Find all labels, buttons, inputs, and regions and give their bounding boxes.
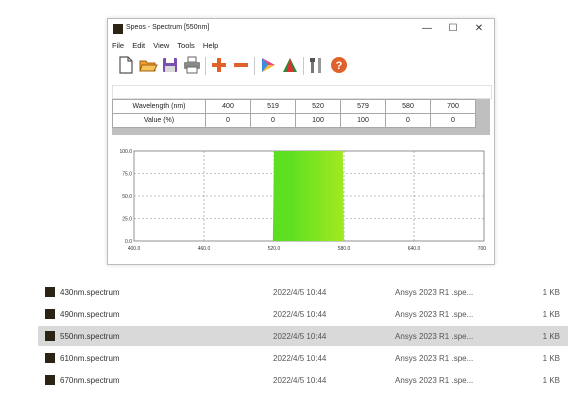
open-icon[interactable] <box>138 55 158 75</box>
x-tick-label: 640.0 <box>408 246 421 252</box>
spectrum-file-icon <box>45 353 55 363</box>
wavelength-cell[interactable]: 400 <box>205 99 251 114</box>
file-row[interactable]: 430nm.spectrum 2022/4/5 10:44 Ansys 2023… <box>38 282 568 302</box>
file-name: 430nm.spectrum <box>60 288 120 297</box>
value-cell[interactable]: 0 <box>430 113 476 128</box>
close-button[interactable]: ✕ <box>470 22 488 36</box>
spectrum-file-icon <box>45 375 55 385</box>
spectrum-file-icon <box>45 309 55 319</box>
file-date: 2022/4/5 10:44 <box>273 310 327 319</box>
wavelength-cell[interactable]: 519 <box>250 99 296 114</box>
add-icon[interactable] <box>209 55 229 75</box>
spectrum-file-icon <box>45 331 55 341</box>
file-name: 550nm.spectrum <box>60 332 120 341</box>
file-type: Ansys 2023 R1 .spe... <box>395 332 474 341</box>
file-size: 1 KB <box>542 376 560 385</box>
file-name: 670nm.spectrum <box>60 376 120 385</box>
app-icon <box>113 24 123 34</box>
file-date: 2022/4/5 10:44 <box>273 288 327 297</box>
menu-file[interactable]: File <box>112 41 124 50</box>
file-type: Ansys 2023 R1 .spe... <box>395 310 474 319</box>
file-type: Ansys 2023 R1 .spe... <box>395 376 474 385</box>
x-tick-label: 520.0 <box>268 246 281 252</box>
window-title: Speos - Spectrum [550nm] <box>126 24 210 31</box>
file-row-selected[interactable]: 550nm.spectrum 2022/4/5 10:44 Ansys 2023… <box>38 326 568 346</box>
maximize-button[interactable]: ☐ <box>444 22 462 36</box>
title-bar: Speos - Spectrum [550nm] — ☐ ✕ <box>108 19 494 41</box>
file-row[interactable]: 490nm.spectrum 2022/4/5 10:44 Ansys 2023… <box>38 304 568 324</box>
y-tick-label: 50.0 <box>122 194 132 200</box>
value-header: Value (%) <box>112 113 206 128</box>
x-tick-label: 460.0 <box>198 246 211 252</box>
menu-bar: File Edit View Tools Help <box>112 41 224 53</box>
spectrum-icon[interactable] <box>280 55 300 75</box>
menu-view[interactable]: View <box>153 41 169 50</box>
spectrum-table-panel: Wavelength (nm) 400 519 520 579 580 700 … <box>112 99 490 135</box>
value-cell[interactable]: 100 <box>295 113 341 128</box>
spectrum-file-icon <box>45 287 55 297</box>
spectrum-editor-window: Speos - Spectrum [550nm] — ☐ ✕ File Edit… <box>107 18 495 265</box>
spectrum-table: Wavelength (nm) 400 519 520 579 580 700 … <box>112 99 476 128</box>
toolbar-separator <box>254 57 255 75</box>
file-row[interactable]: 610nm.spectrum 2022/4/5 10:44 Ansys 2023… <box>38 348 568 368</box>
value-row: Value (%) 0 0 100 100 0 0 <box>112 113 476 128</box>
file-size: 1 KB <box>542 354 560 363</box>
toolbar-separator <box>205 57 206 75</box>
y-tick-label: 25.0 <box>122 217 132 223</box>
file-row[interactable]: 670nm.spectrum 2022/4/5 10:44 Ansys 2023… <box>38 370 568 390</box>
file-size: 1 KB <box>542 332 560 341</box>
value-cell[interactable]: 0 <box>385 113 431 128</box>
wavelength-row: Wavelength (nm) 400 519 520 579 580 700 <box>112 99 476 114</box>
menu-tools[interactable]: Tools <box>177 41 195 50</box>
menu-edit[interactable]: Edit <box>132 41 145 50</box>
x-tick-label: 400.0 <box>128 246 141 252</box>
wavelength-cell[interactable]: 520 <box>295 99 341 114</box>
y-tick-label: 0.0 <box>125 239 132 245</box>
value-cell[interactable]: 0 <box>205 113 251 128</box>
print-icon[interactable] <box>182 55 202 75</box>
menu-help[interactable]: Help <box>203 41 218 50</box>
file-name: 490nm.spectrum <box>60 310 120 319</box>
wavelength-cell[interactable]: 700 <box>430 99 476 114</box>
y-tick-label: 75.0 <box>122 172 132 178</box>
file-date: 2022/4/5 10:44 <box>273 376 327 385</box>
x-tick-label: 700.0 <box>478 246 486 252</box>
file-date: 2022/4/5 10:44 <box>273 354 327 363</box>
value-cell[interactable]: 0 <box>250 113 296 128</box>
new-icon[interactable] <box>116 55 136 75</box>
spectrum-chart: 400.0 460.0 520.0 580.0 640.0 700.0 0.0 25.0 50.… <box>119 149 486 252</box>
tools-icon[interactable] <box>307 55 327 75</box>
file-size: 1 KB <box>542 310 560 319</box>
file-type: Ansys 2023 R1 .spe... <box>395 288 474 297</box>
file-name: 610nm.spectrum <box>60 354 120 363</box>
color-icon[interactable] <box>258 55 278 75</box>
save-icon[interactable] <box>160 55 180 75</box>
file-type: Ansys 2023 R1 .spe... <box>395 354 474 363</box>
wavelength-header: Wavelength (nm) <box>112 99 206 114</box>
value-cell[interactable]: 100 <box>340 113 386 128</box>
help-icon[interactable]: ? <box>329 55 349 75</box>
y-tick-label: 100.0 <box>119 149 132 155</box>
wavelength-cell[interactable]: 579 <box>340 99 386 114</box>
file-size: 1 KB <box>542 288 560 297</box>
file-date: 2022/4/5 10:44 <box>273 332 327 341</box>
x-tick-label: 580.0 <box>338 246 351 252</box>
wavelength-cell[interactable]: 580 <box>385 99 431 114</box>
toolbar-separator <box>303 57 304 75</box>
blank-strip <box>112 85 492 99</box>
svg-text:?: ? <box>336 60 343 72</box>
minimize-button[interactable]: — <box>418 22 436 36</box>
remove-icon[interactable] <box>231 55 251 75</box>
